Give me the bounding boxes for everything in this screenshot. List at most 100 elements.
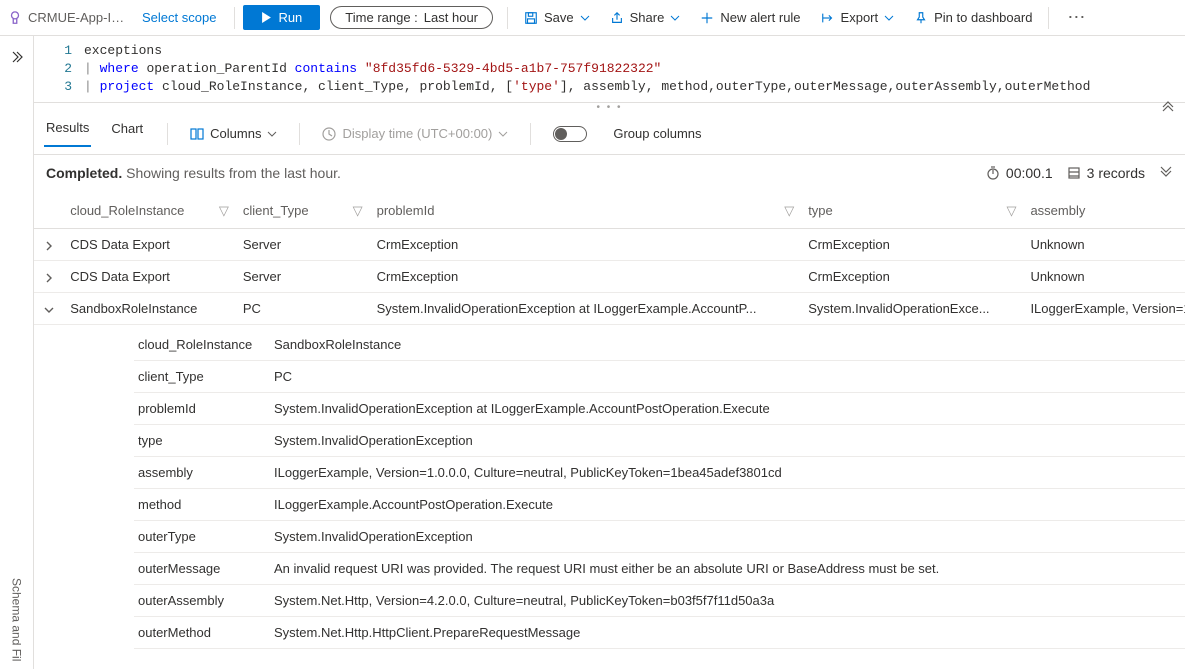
detail-value: System.InvalidOperationException [274, 433, 1181, 448]
divider [234, 7, 235, 29]
columns-button[interactable]: Columns [190, 126, 277, 141]
export-label: Export [841, 10, 879, 25]
filter-icon[interactable]: ▽ [1006, 203, 1016, 219]
run-button[interactable]: Run [243, 5, 320, 30]
filter-icon[interactable]: ▽ [784, 203, 794, 219]
time-range-picker[interactable]: Time range : Last hour [330, 6, 493, 29]
detail-value: ILoggerExample, Version=1.0.0.0, Culture… [274, 465, 1181, 480]
detail-key: type [138, 433, 274, 448]
columns-icon [190, 127, 204, 141]
col-client-type[interactable]: client_Type▽ [237, 193, 371, 229]
schema-panel-label[interactable]: Schema and Fil [10, 578, 24, 661]
left-rail: Schema and Fil [0, 36, 34, 669]
stopwatch-icon [986, 166, 1000, 180]
col-type[interactable]: type▽ [802, 193, 1024, 229]
results-table: cloud_RoleInstance▽ client_Type▽ problem… [34, 193, 1185, 669]
status-completed: Completed. [46, 165, 122, 181]
detail-value: System.InvalidOperationException [274, 529, 1181, 544]
cell-assembly: Unknown [1024, 261, 1185, 293]
cell-type: CrmException [802, 229, 1024, 261]
cell-type: System.InvalidOperationExce... [802, 293, 1024, 325]
expand-status-icon[interactable] [1159, 166, 1173, 180]
status-summary: Showing results from the last hour. [126, 165, 341, 181]
detail-row: outerAssemblySystem.Net.Http, Version=4.… [134, 585, 1185, 617]
more-menu[interactable]: ⋯ [1057, 7, 1095, 28]
detail-value: System.InvalidOperationException at ILog… [274, 401, 1181, 416]
select-scope-link[interactable]: Select scope [142, 10, 216, 25]
code-area[interactable]: exceptions | where operation_ParentId co… [84, 36, 1185, 102]
run-label: Run [278, 10, 302, 25]
row-detail: cloud_RoleInstanceSandboxRoleInstancecli… [34, 325, 1185, 649]
detail-key: outerMethod [138, 625, 274, 640]
time-range-value: Last hour [424, 10, 478, 25]
share-label: Share [630, 10, 665, 25]
results-toolbar: Results Chart Columns Display time (UTC+… [34, 113, 1185, 155]
cell-cloud-roleinstance: CDS Data Export [64, 229, 237, 261]
detail-row: typeSystem.InvalidOperationException [134, 425, 1185, 457]
chevron-down-icon [580, 13, 590, 23]
detail-value: SandboxRoleInstance [274, 337, 1181, 352]
pin-icon [914, 11, 928, 25]
col-assembly[interactable]: assembly [1024, 193, 1185, 229]
detail-row: outerMessageAn invalid request URI was p… [134, 553, 1185, 585]
chevron-down-icon [498, 129, 508, 139]
detail-value: An invalid request URI was provided. The… [274, 561, 1181, 576]
pin-button[interactable]: Pin to dashboard [906, 6, 1040, 29]
cell-type: CrmException [802, 261, 1024, 293]
filter-icon[interactable]: ▽ [219, 203, 229, 219]
cell-cloud-roleinstance: CDS Data Export [64, 261, 237, 293]
table-row[interactable]: CDS Data ExportServerCrmExceptionCrmExce… [34, 229, 1185, 261]
expand-rail-icon[interactable] [10, 48, 24, 64]
divider [507, 7, 508, 29]
table-row[interactable]: SandboxRoleInstancePCSystem.InvalidOpera… [34, 293, 1185, 325]
resize-handle[interactable]: • • • [34, 103, 1185, 113]
records-icon [1067, 166, 1081, 180]
share-button[interactable]: Share [602, 6, 689, 29]
cell-problemid: CrmException [371, 229, 803, 261]
detail-value: PC [274, 369, 1181, 384]
collapse-editor-icon[interactable] [1161, 96, 1175, 112]
detail-row: client_TypePC [134, 361, 1185, 393]
row-expand-icon[interactable] [34, 261, 64, 293]
display-time-button[interactable]: Display time (UTC+00:00) [322, 126, 508, 141]
play-icon [261, 12, 272, 23]
pin-label: Pin to dashboard [934, 10, 1032, 25]
detail-value: ILoggerExample.AccountPostOperation.Exec… [274, 497, 1181, 512]
new-alert-button[interactable]: New alert rule [692, 6, 808, 29]
tab-chart[interactable]: Chart [109, 121, 145, 146]
filter-icon[interactable]: ▽ [353, 203, 363, 219]
detail-key: client_Type [138, 369, 274, 384]
display-time-label: Display time (UTC+00:00) [342, 126, 492, 141]
query-editor[interactable]: 123 exceptions | where operation_ParentI… [34, 36, 1185, 103]
cell-client-type: Server [237, 229, 371, 261]
row-expand-icon[interactable] [34, 229, 64, 261]
group-columns-toggle[interactable] [553, 126, 587, 142]
chevron-down-icon [267, 129, 277, 139]
cell-problemid: System.InvalidOperationException at ILog… [371, 293, 803, 325]
detail-key: cloud_RoleInstance [138, 337, 274, 352]
detail-key: problemId [138, 401, 274, 416]
detail-row: assemblyILoggerExample, Version=1.0.0.0,… [134, 457, 1185, 489]
tab-results[interactable]: Results [44, 120, 91, 147]
app-title[interactable]: CRMUE-App-Insig... [28, 10, 128, 25]
export-button[interactable]: Export [813, 6, 903, 29]
detail-row: problemIdSystem.InvalidOperationExceptio… [134, 393, 1185, 425]
save-button[interactable]: Save [516, 6, 598, 29]
status-duration: 00:00.1 [986, 165, 1053, 181]
clock-icon [322, 127, 336, 141]
detail-key: method [138, 497, 274, 512]
save-icon [524, 11, 538, 25]
share-icon [610, 11, 624, 25]
detail-row: cloud_RoleInstanceSandboxRoleInstance [134, 329, 1185, 361]
col-problemid[interactable]: problemId▽ [371, 193, 803, 229]
detail-key: assembly [138, 465, 274, 480]
row-expand-icon[interactable] [34, 293, 64, 325]
table-header: cloud_RoleInstance▽ client_Type▽ problem… [34, 193, 1185, 229]
group-columns-label[interactable]: Group columns [613, 126, 701, 141]
table-row[interactable]: CDS Data ExportServerCrmExceptionCrmExce… [34, 261, 1185, 293]
col-cloud-roleinstance[interactable]: cloud_RoleInstance▽ [64, 193, 237, 229]
divider [1048, 7, 1049, 29]
columns-label: Columns [210, 126, 261, 141]
export-icon [821, 11, 835, 25]
detail-row: outerMethodSystem.Net.Http.HttpClient.Pr… [134, 617, 1185, 649]
